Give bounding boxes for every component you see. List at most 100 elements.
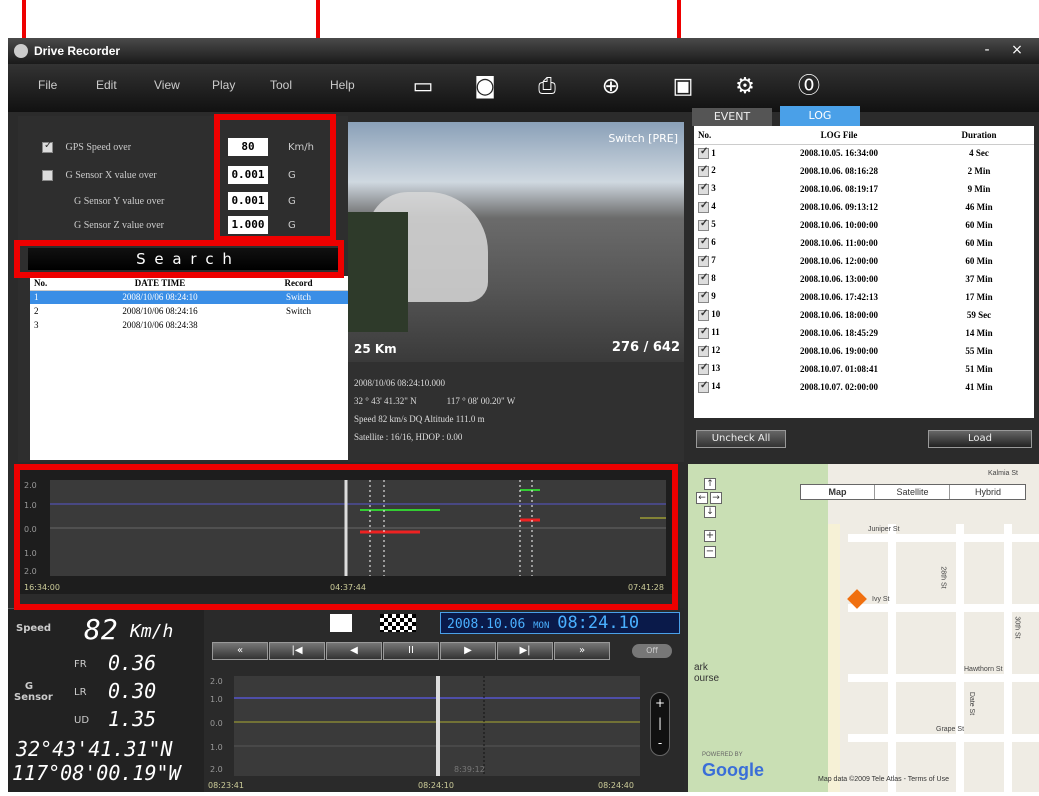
lr-label: LR [74, 687, 87, 698]
log-row[interactable]: 7 2008.10.06. 12:00:00 60 Min [694, 252, 1034, 270]
log-row-checkbox[interactable] [698, 273, 709, 285]
gps-speed-checkbox[interactable] [42, 142, 53, 154]
log-row-duration: 9 Min [967, 184, 991, 194]
log-row-checkbox[interactable] [698, 201, 709, 213]
zoom-icon[interactable]: ⊕ [596, 72, 626, 102]
settings-icon[interactable]: ⚙ [730, 72, 760, 102]
menu-file[interactable]: File [38, 78, 57, 92]
log-row[interactable]: 1 2008.10.05. 16:34:00 4 Sec [694, 144, 1034, 162]
print-icon[interactable]: ⎙ [532, 72, 562, 102]
log-row[interactable]: 8 2008.10.06. 13:00:00 37 Min [694, 270, 1034, 288]
table-row[interactable]: 1 2008/10/06 08:24:10 Switch [30, 290, 352, 304]
previous-button[interactable]: |◀ [269, 642, 325, 660]
uncheck-all-button[interactable]: Uncheck All [696, 430, 786, 448]
next-button[interactable]: ▶| [497, 642, 553, 660]
save-icon[interactable]: ▣ [668, 72, 698, 102]
log-row[interactable]: 11 2008.10.06. 18:45:29 14 Min [694, 324, 1034, 342]
folder-icon[interactable]: ▭ [408, 72, 438, 102]
pan-left-icon[interactable]: ← [696, 492, 708, 504]
log-row-file: 2008.10.05. 16:34:00 [800, 148, 878, 159]
log-row[interactable]: 3 2008.10.06. 08:19:17 9 Min [694, 180, 1034, 198]
log-row-no: 1 [711, 147, 716, 158]
street-hawthorn: Hawthorn St [964, 666, 1003, 673]
menu-edit[interactable]: Edit [96, 78, 117, 92]
pan-right-icon[interactable]: → [710, 492, 722, 504]
log-row[interactable]: 13 2008.10.07. 01:08:41 51 Min [694, 360, 1034, 378]
sensor-graph-bottom[interactable]: 2.0 1.0 0.0 1.0 2.0 8:39:12 08:23:41 08:… [204, 672, 684, 792]
log-row[interactable]: 12 2008.10.06. 19:00:00 55 Min [694, 342, 1034, 360]
graph-zoom-slider[interactable]: + | - [650, 692, 670, 756]
log-row-checkbox[interactable] [698, 147, 709, 159]
map-type-map[interactable]: Map [801, 485, 875, 499]
row-datetime: 2008/10/06 08:24:16 [122, 306, 198, 316]
log-row-checkbox[interactable] [698, 237, 709, 249]
pan-up-icon[interactable]: ↑ [704, 478, 716, 490]
results-table: No. DATE TIME Record 1 2008/10/06 08:24:… [30, 276, 352, 460]
fast-forward-button[interactable]: » [554, 642, 610, 660]
gx-row: G Sensor X value over [42, 170, 157, 182]
log-row[interactable]: 6 2008.10.06. 11:00:00 60 Min [694, 234, 1034, 252]
help-icon[interactable]: ⓪ [794, 72, 824, 102]
close-button[interactable]: × [1004, 40, 1030, 60]
log-row-checkbox[interactable] [698, 363, 709, 375]
tab-event[interactable]: EVENT [692, 108, 772, 126]
row-no: 1 [34, 292, 39, 303]
rewind-button[interactable]: « [212, 642, 268, 660]
map-type-hybrid[interactable]: Hybrid [951, 485, 1025, 499]
log-row-checkbox[interactable] [698, 255, 709, 267]
map-street [1004, 524, 1012, 792]
zoom-out-icon[interactable]: − [704, 546, 716, 558]
menu-play[interactable]: Play [212, 78, 235, 92]
load-button[interactable]: Load [928, 430, 1032, 448]
stop-icon[interactable] [330, 614, 352, 632]
log-row-duration: 60 Min [965, 256, 993, 266]
log-row-checkbox[interactable] [698, 309, 709, 321]
app-icon [14, 44, 28, 58]
log-row-file: 2008.10.07. 01:08:41 [800, 364, 878, 374]
log-row-file: 2008.10.06. 09:13:12 [800, 202, 878, 212]
map-attribution[interactable]: Map data ©2009 Tele Atlas - Terms of Use [818, 776, 949, 783]
menu-tool[interactable]: Tool [270, 78, 292, 92]
log-row-no: 13 [711, 363, 721, 374]
log-row-no: 5 [711, 219, 716, 230]
map-type-satellite[interactable]: Satellite [876, 485, 950, 499]
minimize-button[interactable]: - [974, 40, 1000, 60]
log-row-checkbox[interactable] [698, 345, 709, 357]
map-panel[interactable]: ↑ ← → ↓ + − Map Satellite Hybrid Juniper… [688, 464, 1039, 792]
camera-icon[interactable]: ◙ [470, 72, 500, 102]
menu-help[interactable]: Help [330, 78, 355, 92]
table-row[interactable]: 3 2008/10/06 08:24:38 [30, 318, 352, 332]
pause-button[interactable]: II [383, 642, 439, 660]
log-row[interactable]: 4 2008.10.06. 09:13:12 46 Min [694, 198, 1034, 216]
gz-label: G Sensor Z value over [74, 220, 164, 231]
log-row[interactable]: 2 2008.10.06. 08:16:28 2 Min [694, 162, 1034, 180]
tab-log[interactable]: LOG [780, 106, 860, 126]
log-row-duration: 14 Min [965, 328, 993, 338]
log-row-checkbox[interactable] [698, 381, 709, 393]
video-overlay-frame: 276 / 642 [611, 340, 680, 355]
log-row-checkbox[interactable] [698, 291, 709, 303]
play-button[interactable]: ▶ [440, 642, 496, 660]
log-row-checkbox[interactable] [698, 165, 709, 177]
pan-down-icon[interactable]: ↓ [704, 506, 716, 518]
log-row[interactable]: 10 2008.10.06. 18:00:00 59 Sec [694, 306, 1034, 324]
log-row-checkbox[interactable] [698, 183, 709, 195]
video-frame[interactable]: Switch [PRE] 25 Km 276 / 642 [348, 122, 684, 362]
table-row[interactable]: 2 2008/10/06 08:24:16 Switch [30, 304, 352, 318]
log-row-file: 2008.10.06. 10:00:00 [800, 220, 878, 230]
zoom-in-icon[interactable]: + [704, 530, 716, 542]
log-row-checkbox[interactable] [698, 219, 709, 231]
checkered-flag-icon[interactable] [380, 614, 416, 632]
log-row[interactable]: 14 2008.10.07. 02:00:00 41 Min [694, 378, 1034, 396]
log-row[interactable]: 5 2008.10.06. 10:00:00 60 Min [694, 216, 1034, 234]
log-row[interactable]: 9 2008.10.06. 17:42:13 17 Min [694, 288, 1034, 306]
highlight-box-graph [14, 464, 678, 610]
row-no: 2 [34, 306, 39, 316]
step-back-button[interactable]: ◀ [326, 642, 382, 660]
repeat-toggle[interactable]: Off [632, 644, 672, 658]
log-row-no: 12 [711, 345, 721, 356]
log-row-checkbox[interactable] [698, 327, 709, 339]
g-sensor-checkbox[interactable] [42, 170, 53, 182]
street-date: Date St [968, 691, 976, 716]
menu-view[interactable]: View [154, 78, 180, 92]
